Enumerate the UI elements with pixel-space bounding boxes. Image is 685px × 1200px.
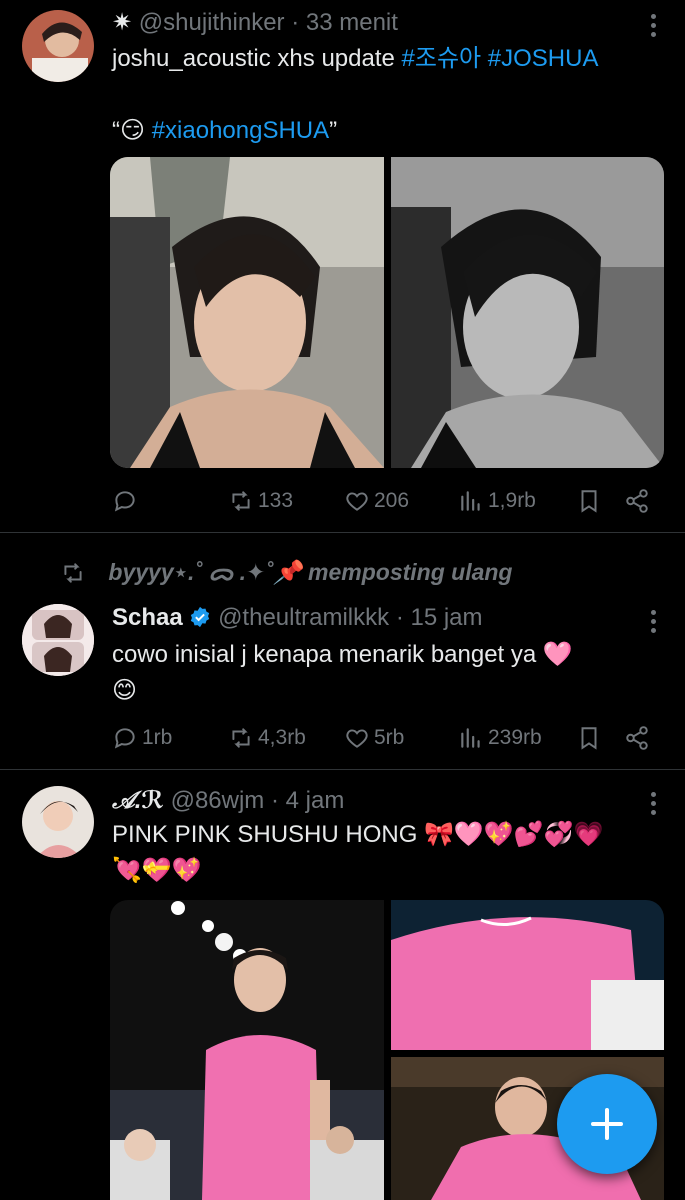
share-button[interactable] (624, 723, 650, 753)
repost-icon (232, 728, 250, 748)
reply-button[interactable]: 1rb (112, 723, 172, 753)
post-text-line1: joshu_acoustic xhs update (112, 45, 402, 72)
share-icon (626, 726, 648, 750)
reply-icon (114, 491, 135, 512)
views-count: 239rb (488, 726, 542, 749)
repost-icon (64, 563, 82, 583)
post-image-1[interactable] (110, 157, 384, 468)
like-count: 5rb (374, 726, 405, 749)
post-time[interactable]: · 4 jam (271, 787, 344, 814)
like-icon (346, 492, 368, 511)
author-name[interactable]: ✷ (112, 9, 132, 36)
verified-icon (191, 606, 210, 628)
reply-count: 1rb (142, 726, 173, 749)
avatar[interactable] (22, 10, 94, 82)
like-icon (346, 729, 368, 748)
repost-indicator[interactable]: byyyy⋆.˚ ᯅ .✦˚📌 memposting ulang (60, 555, 512, 587)
hashtag-link[interactable]: #조슈아 #JOSHUA (402, 45, 599, 72)
more-icon[interactable] (651, 610, 657, 637)
like-button[interactable]: 5rb (344, 723, 404, 753)
views-icon (461, 728, 480, 748)
compose-button[interactable] (557, 1074, 657, 1174)
avatar[interactable] (22, 604, 94, 676)
compose-icon (591, 1108, 623, 1140)
post-image-2[interactable] (391, 900, 664, 1050)
action-bar: 1rb 4,3rb 5rb 239rb (112, 723, 660, 753)
emoji: 😏 (120, 117, 146, 144)
post-2[interactable]: byyyy⋆.˚ ᯅ .✦˚📌 memposting ulang Schaa @… (0, 533, 685, 769)
author-handle[interactable]: @86wjm (171, 787, 265, 814)
post-text-line1: cowo inisial j kenapa menarik banget ya … (112, 641, 573, 668)
post-1[interactable]: ✷ @shujithinker · 33 menit joshu_acousti… (0, 0, 685, 532)
like-count: 206 (374, 489, 410, 512)
share-icon (626, 489, 648, 513)
post-text-line2: 😊 (112, 677, 138, 704)
post-image-1[interactable] (110, 900, 384, 1200)
avatar[interactable] (22, 786, 94, 858)
bookmark-icon (581, 490, 597, 513)
reply-button[interactable] (112, 486, 142, 516)
more-icon[interactable] (651, 14, 657, 41)
post-image-2[interactable] (391, 157, 664, 468)
quote-open: “ (112, 117, 120, 144)
author-handle[interactable]: @theultramilkkk (218, 604, 389, 631)
reposted-by: byyyy⋆.˚ ᯅ .✦˚📌 memposting ulang (108, 559, 513, 585)
action-bar: 133 206 1,9rb (112, 486, 660, 516)
post-text: joshu_acoustic xhs update #조슈아 #JOSHUA (112, 42, 598, 76)
bookmark-button[interactable] (576, 486, 602, 516)
post-time[interactable]: · 15 jam (396, 604, 483, 631)
like-button[interactable]: 206 (344, 486, 409, 516)
views-icon (461, 491, 480, 511)
repost-count: 133 (258, 489, 294, 512)
post-time[interactable]: · 33 menit (291, 9, 398, 36)
post-text-line2: “😏 #xiaohongSHUA” (112, 114, 337, 148)
bookmark-button[interactable] (576, 723, 602, 753)
author-handle[interactable]: @shujithinker (139, 9, 285, 36)
views-count: 1,9rb (488, 489, 536, 512)
reply-icon (114, 728, 135, 749)
author-name[interactable]: Schaa (112, 604, 183, 631)
author-name[interactable]: 𝒜.ℛ (112, 787, 164, 814)
repost-count: 4,3rb (258, 726, 306, 749)
repost-button[interactable]: 133 (228, 486, 293, 516)
quote-close: ” (329, 117, 338, 144)
more-icon[interactable] (651, 792, 657, 819)
share-button[interactable] (624, 486, 650, 516)
views-button[interactable]: 1,9rb (458, 486, 536, 516)
views-button[interactable]: 239rb (458, 723, 542, 753)
repost-icon (232, 491, 250, 511)
post-text-line1: PINK PINK SHUSHU HONG 🎀🩷💖💕💞💗 (112, 821, 604, 848)
bookmark-icon (581, 727, 597, 750)
hashtag-link[interactable]: #xiaohongSHUA (152, 117, 329, 144)
post-text-line2: 💘💝💖 (112, 857, 202, 884)
repost-button[interactable]: 4,3rb (228, 723, 306, 753)
